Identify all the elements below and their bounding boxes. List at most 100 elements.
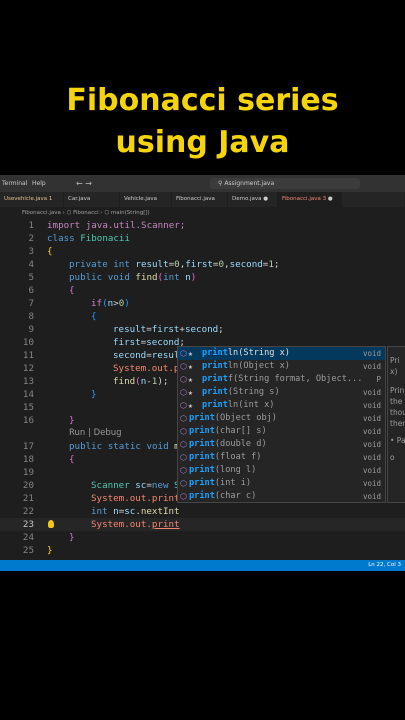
brace: } — [47, 545, 53, 556]
line-number: 1 — [28, 220, 34, 231]
line-number: 17 — [22, 441, 34, 452]
token: print — [151, 519, 180, 530]
code-text: System.out.print — [91, 518, 180, 531]
token: System — [91, 493, 125, 504]
tab-label: Demo.java — [232, 196, 262, 202]
token: out — [129, 493, 147, 504]
tab-demo[interactable]: Demo.java ● — [228, 192, 278, 207]
suggestion-return-type: void — [362, 466, 381, 475]
suggestion-match: print — [189, 413, 215, 423]
code-line: 25} — [0, 544, 405, 557]
tab-fibonacci[interactable]: Fibonacci.java — [172, 192, 228, 207]
suggestion-item[interactable]: ⬡ ★ print(String s) void — [178, 386, 385, 399]
suggestion-item[interactable]: ⬡ print(long l) void — [178, 464, 385, 477]
brace: { — [47, 246, 53, 257]
docs-text: x) — [390, 367, 398, 376]
code-text: class Fibonacii — [47, 232, 130, 245]
line-number: 10 — [22, 337, 34, 348]
docs-text: then — [390, 419, 405, 428]
brace: } — [69, 415, 75, 426]
token: int — [91, 506, 114, 517]
method-cube-icon: ⬡ — [180, 479, 187, 488]
token: ; — [273, 259, 280, 270]
suggestion-match: print — [189, 478, 215, 488]
line-number: 21 — [22, 493, 34, 504]
suggestion-item[interactable]: ⬡ ★ println(String x) void — [178, 347, 385, 360]
autocomplete-suggestion-list[interactable]: ⬡ ★ println(String x) void ⬡ ★ println(Object … — [177, 346, 386, 503]
token: print — [151, 493, 180, 504]
suggestion-label: print(Object obj) — [189, 412, 277, 425]
code-text: int n=sc.nextInt — [91, 505, 180, 518]
suggestion-match: print — [202, 361, 228, 371]
token: public — [69, 441, 108, 452]
token: void — [107, 272, 136, 283]
line-number — [0, 547, 34, 560]
method-cube-icon: ⬡ — [180, 362, 187, 371]
token: public — [69, 272, 108, 283]
suggestion-match: print — [189, 491, 215, 501]
lightbulb-icon[interactable] — [48, 520, 54, 528]
brace: } — [91, 389, 97, 400]
code-text: if(n>0) — [91, 297, 130, 310]
cursor-position[interactable]: Ln 22, Col 3 — [368, 560, 401, 571]
command-center-search[interactable]: ⚲ Assignment.java — [210, 178, 360, 189]
suggestion-match: print — [202, 348, 228, 358]
star-icon: ★ — [188, 388, 193, 397]
tab-usevehicle[interactable]: Usevehicle.java 1 — [0, 192, 64, 207]
breadcrumb[interactable]: Fibonacci.java › ⬡ Fibonacci › ⬡ main(St… — [0, 207, 405, 219]
tab-label: Fibonacci.java — [176, 196, 215, 202]
suggestion-return-type: void — [362, 388, 381, 397]
suggestion-item[interactable]: ⬡ ★ printf(String format, Object... P — [178, 373, 385, 386]
line-number: 11 — [22, 350, 34, 361]
suggestion-signature: ln(String x) — [227, 348, 290, 358]
nav-arrows-icon[interactable]: ← → — [76, 175, 92, 192]
suggestion-match: print — [189, 439, 215, 449]
code-line: 3{ — [0, 245, 405, 258]
token: static — [107, 441, 147, 452]
line-number: 12 — [22, 363, 34, 374]
suggestion-match: print — [189, 426, 215, 436]
suggestion-signature: (float f) — [214, 452, 262, 462]
method-cube-icon: ⬡ — [180, 375, 187, 384]
suggestion-item[interactable]: ⬡ print(char c) void — [178, 490, 385, 502]
token: second — [229, 259, 263, 270]
suggestion-return-type: void — [362, 453, 381, 462]
tab-overflow[interactable] — [342, 192, 405, 207]
method-cube-icon: ⬡ — [180, 401, 187, 410]
code-text: find(n-1); — [113, 375, 168, 388]
suggestion-label: println(int x) — [202, 399, 274, 412]
token: new — [151, 480, 175, 491]
token: int — [163, 272, 186, 283]
suggestion-item[interactable]: ⬡ print(double d) void — [178, 438, 385, 451]
unsaved-dot-icon: ● — [263, 196, 269, 202]
suggestion-item[interactable]: ⬡ print(float f) void — [178, 451, 385, 464]
line-number: 7 — [28, 298, 34, 309]
tab-fibonacci-active[interactable]: Fibonacci.java 3 ● — [278, 192, 342, 207]
tab-vehicle[interactable]: Vehicle.java — [120, 192, 172, 207]
class-name: Fibonacii — [80, 233, 130, 244]
suggestion-match: print — [202, 387, 228, 397]
token: class — [47, 233, 81, 244]
token: out — [151, 363, 169, 374]
token: int — [113, 259, 136, 270]
menu-help[interactable]: Help — [32, 175, 46, 192]
suggestion-item[interactable]: ⬡ print(char[] s) void — [178, 425, 385, 438]
editor-tab-bar: Usevehicle.java 1 Car.java Vehicle.java … — [0, 192, 405, 207]
star-icon: ★ — [188, 401, 193, 410]
suggestion-item[interactable]: ⬡ print(int i) void — [178, 477, 385, 490]
tab-car[interactable]: Car.java — [64, 192, 120, 207]
suggestion-match: print — [189, 452, 215, 462]
token: second — [184, 324, 219, 335]
line-number: 8 — [28, 311, 34, 322]
suggestion-item[interactable]: ⬡ ★ println(int x) void — [178, 399, 385, 412]
suggestion-item[interactable]: ⬡ print(Object obj) void — [178, 412, 385, 425]
method-cube-icon: ⬡ — [180, 492, 187, 501]
suggestion-label: print(String s) — [202, 386, 280, 399]
suggestion-item[interactable]: ⬡ ★ println(Object x) void — [178, 360, 385, 373]
menu-terminal[interactable]: Terminal — [2, 175, 27, 192]
code-text: public static void m — [69, 440, 180, 453]
suggestion-label: println(String x) — [202, 347, 290, 360]
tab-label: Vehicle.java — [124, 196, 157, 202]
docs-text: • Pa — [390, 436, 405, 445]
run-debug-codelens[interactable]: Run | Debug — [69, 427, 122, 440]
